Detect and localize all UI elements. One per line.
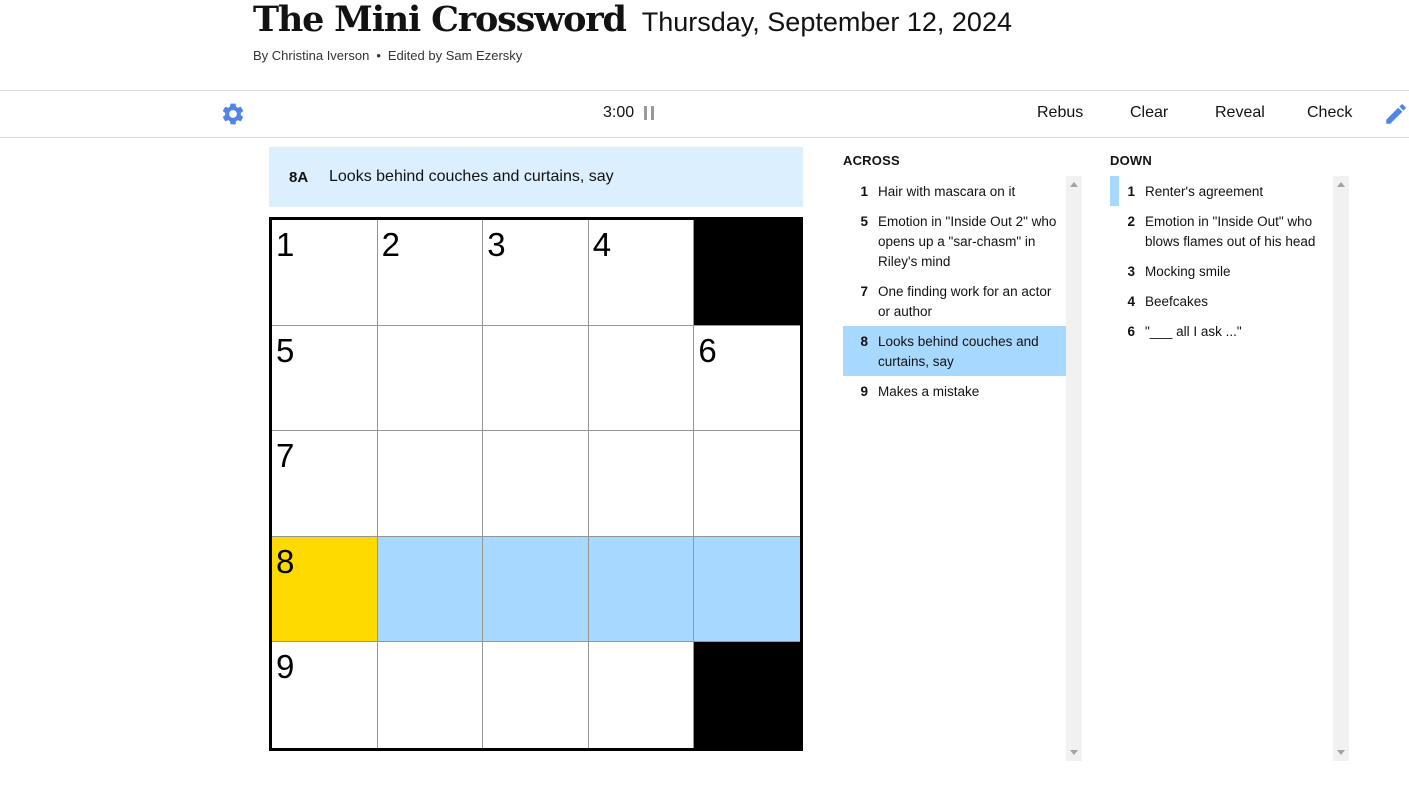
block-cell (694, 220, 800, 326)
crossword-page: The Mini Crossword Thursday, September 1… (0, 0, 1409, 793)
across-clue-item[interactable]: 1 Hair with mascara on it (843, 176, 1066, 206)
clue-text: Emotion in "Inside Out 2" who opens up a… (878, 214, 1057, 269)
clue-number: 2 (1127, 214, 1135, 229)
scroll-up-icon[interactable] (1337, 182, 1345, 187)
grid-cell[interactable] (377, 642, 484, 748)
clue-text: Renter's agreement (1145, 184, 1264, 199)
clue-text: Makes a mistake (878, 384, 980, 399)
timer-value: 3:00 (603, 104, 635, 121)
grid-cell[interactable] (694, 431, 800, 537)
crossing-down-clue-item[interactable]: 1 Renter's agreement (1110, 176, 1333, 206)
block-cell (694, 642, 800, 748)
down-clue-item[interactable]: 3 Mocking smile (1110, 256, 1333, 286)
clue-number: 1 (860, 184, 868, 199)
down-clue-item[interactable]: 4 Beefcakes (1110, 286, 1333, 316)
down-scrollbar[interactable] (1333, 176, 1349, 761)
puzzle-title: The Mini Crossword (253, 0, 627, 40)
grid-cell[interactable]: 4 (588, 220, 695, 326)
down-heading: DOWN (1110, 153, 1152, 168)
across-heading: ACROSS (843, 153, 900, 168)
grid-cell[interactable]: 6 (694, 325, 800, 432)
cell-number: 1 (276, 226, 295, 263)
current-clue-bar: 8A Looks behind couches and curtains, sa… (269, 147, 803, 207)
grid-cell[interactable] (588, 431, 695, 537)
clue-number: 8 (860, 334, 868, 349)
down-clue-list: 1 Renter's agreement 2 Emotion in "Insid… (1110, 176, 1349, 761)
clue-text: Emotion in "Inside Out" who blows flames… (1145, 214, 1316, 249)
clue-text: Mocking smile (1145, 264, 1231, 279)
clue-number: 3 (1127, 264, 1135, 279)
grid-cell[interactable] (588, 642, 695, 748)
puzzle-date: Thursday, September 12, 2024 (641, 7, 1012, 37)
cell-number: 5 (276, 331, 295, 369)
active-grid-cell[interactable]: 8 (272, 536, 378, 643)
across-clue-item[interactable]: 9 Makes a mistake (843, 376, 1066, 406)
grid-cell[interactable]: 7 (272, 431, 378, 537)
current-clue-text: Looks behind couches and curtains, say (329, 168, 614, 185)
toolbar: 3:00 Rebus Clear Reveal Check (0, 90, 1409, 138)
grid-cell[interactable]: 2 (377, 220, 484, 326)
clue-number: 6 (1127, 324, 1135, 339)
pause-icon[interactable] (644, 106, 655, 120)
grid-cell[interactable] (483, 325, 589, 432)
scroll-down-icon[interactable] (1337, 750, 1345, 755)
rebus-button[interactable]: Rebus (1037, 104, 1083, 122)
grid-cell[interactable] (588, 325, 695, 432)
cell-number: 7 (276, 437, 295, 475)
highlighted-grid-cell[interactable] (694, 536, 800, 643)
cell-number: 3 (487, 226, 506, 263)
current-clue-label: 8A (289, 168, 309, 186)
cell-number: 9 (276, 648, 295, 686)
settings-gear-icon[interactable] (220, 101, 246, 127)
across-clue-item[interactable]: 5 Emotion in "Inside Out 2" who opens up… (843, 206, 1066, 276)
reveal-button[interactable]: Reveal (1215, 104, 1265, 122)
grid-cell[interactable] (377, 431, 484, 537)
clue-text: Hair with mascara on it (878, 184, 1016, 199)
timer: 3:00 (603, 104, 655, 122)
grid-cell[interactable] (483, 642, 589, 748)
across-clue-list: 1 Hair with mascara on it 5 Emotion in "… (843, 176, 1082, 761)
clue-text: "___ all I ask ..." (1145, 324, 1242, 339)
cell-number: 4 (592, 226, 612, 263)
grid-cell[interactable]: 5 (272, 325, 378, 432)
grid-cell[interactable]: 3 (483, 220, 589, 326)
grid-cell[interactable]: 9 (272, 642, 378, 748)
check-button[interactable]: Check (1307, 104, 1352, 122)
clue-number: 9 (860, 384, 868, 399)
down-clue-item[interactable]: 2 Emotion in "Inside Out" who blows flam… (1110, 206, 1333, 256)
clue-number: 7 (860, 284, 868, 299)
clue-number: 4 (1127, 294, 1135, 309)
title-row: The Mini Crossword Thursday, September 1… (253, 0, 1012, 44)
grid-cell[interactable] (483, 431, 589, 537)
selected-across-clue-item[interactable]: 8 Looks behind couches and curtains, say (843, 326, 1066, 376)
crossword-grid: 1 2 3 4 5 6 7 8 9 (269, 217, 803, 751)
byline: By Christina Iverson • Edited by Sam Ezers… (253, 48, 522, 63)
editor-credit: Edited by Sam Ezersky (387, 48, 523, 63)
author-credit: By Christina Iverson (253, 48, 370, 63)
across-scrollbar[interactable] (1066, 176, 1082, 761)
cell-number: 8 (276, 542, 295, 580)
grid-cell[interactable]: 1 (272, 220, 378, 326)
clue-text: Looks behind couches and curtains, say (878, 334, 1039, 369)
highlighted-grid-cell[interactable] (483, 536, 589, 643)
highlighted-grid-cell[interactable] (588, 536, 695, 643)
cell-number: 2 (381, 226, 400, 263)
cell-number: 6 (698, 331, 717, 369)
clue-text: One finding work for an actor or author (878, 284, 1052, 319)
highlighted-grid-cell[interactable] (377, 536, 484, 643)
byline-separator: • (376, 48, 381, 63)
scroll-up-icon[interactable] (1070, 182, 1078, 187)
pencil-icon[interactable] (1383, 101, 1409, 127)
across-clue-item[interactable]: 7 One finding work for an actor or autho… (843, 276, 1066, 326)
down-clue-item[interactable]: 6 "___ all I ask ..." (1110, 316, 1333, 346)
scroll-down-icon[interactable] (1070, 750, 1078, 755)
clue-number: 5 (860, 214, 868, 229)
clue-text: Beefcakes (1145, 294, 1209, 309)
clue-number: 1 (1127, 184, 1135, 199)
grid-cell[interactable] (377, 325, 484, 432)
clear-button[interactable]: Clear (1130, 104, 1168, 122)
